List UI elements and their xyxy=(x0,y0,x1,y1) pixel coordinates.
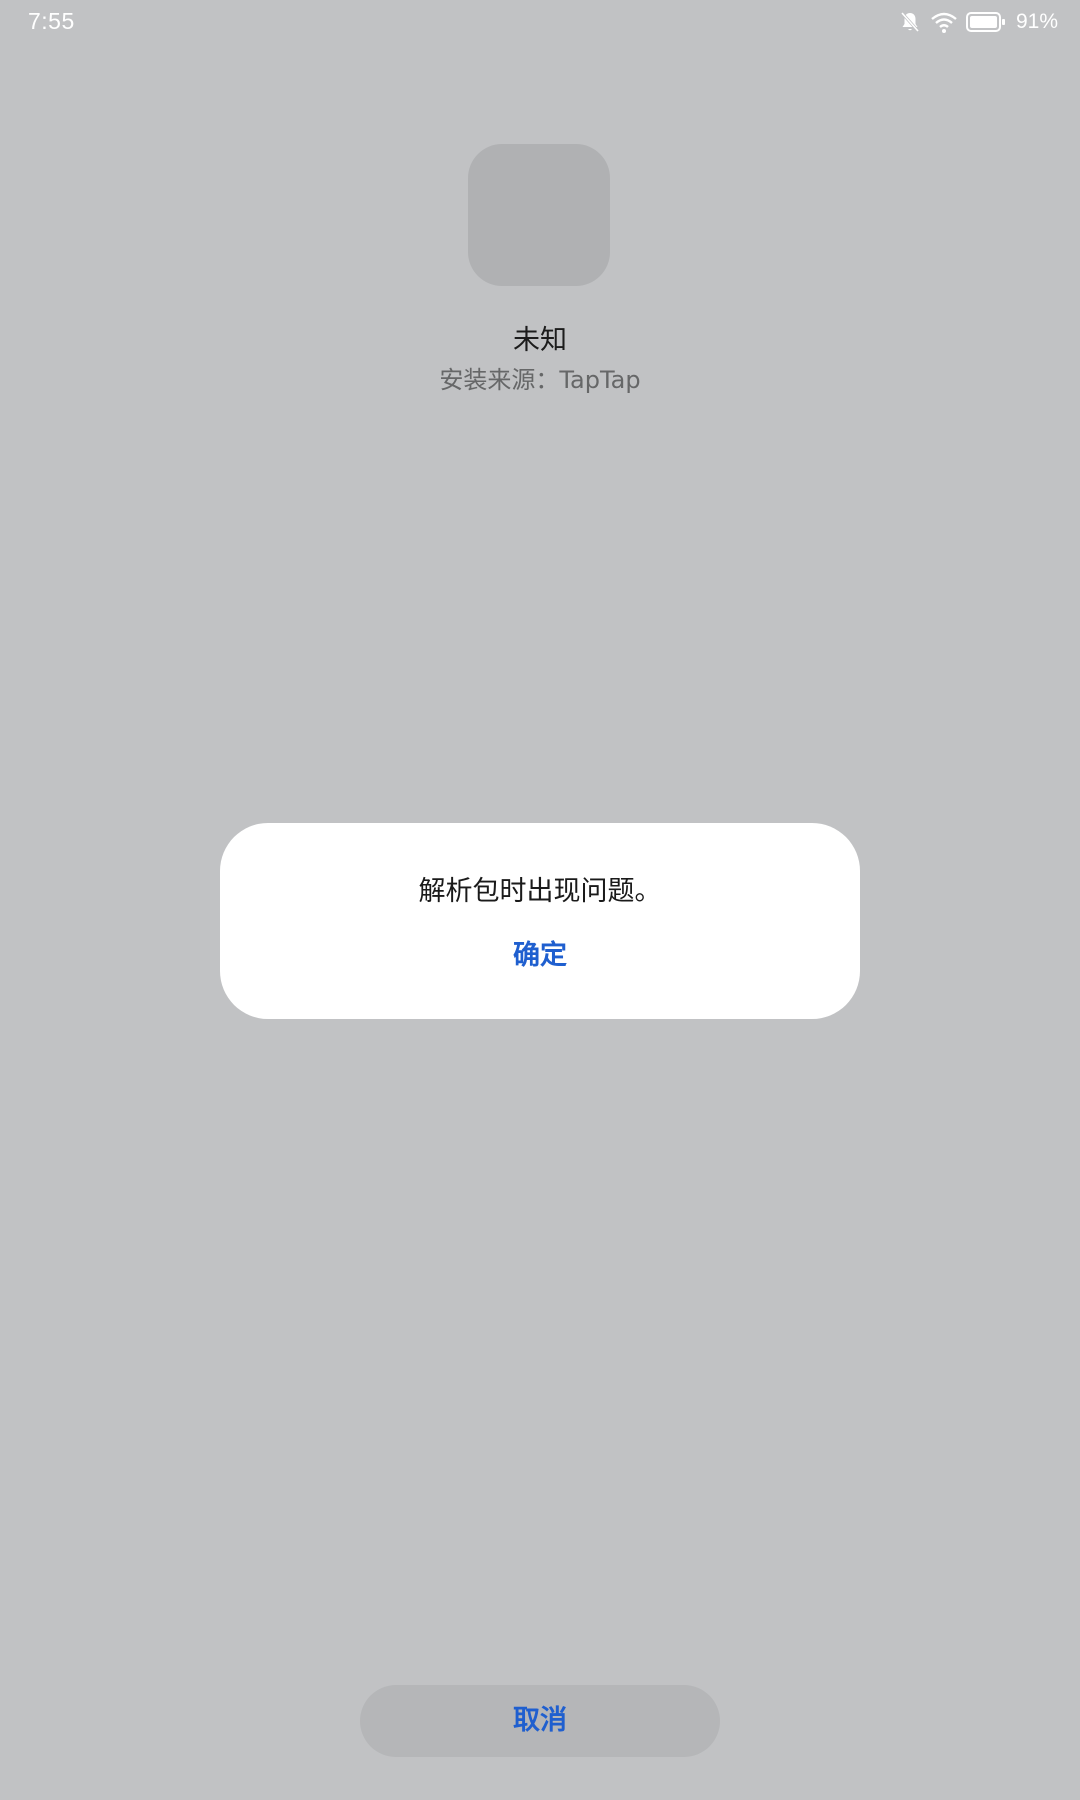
error-dialog: 解析包时出现问题。 确定 xyxy=(220,823,860,1019)
status-icons: 91% xyxy=(898,10,1058,34)
wifi-icon xyxy=(930,10,958,34)
dialog-message: 解析包时出现问题。 xyxy=(418,876,662,907)
install-source: 安装来源：TapTap xyxy=(439,366,641,394)
status-bar: 7:55 91% xyxy=(0,0,1080,46)
bell-muted-icon xyxy=(898,10,922,34)
battery-percent: 91% xyxy=(1015,10,1058,33)
confirm-button[interactable]: 确定 xyxy=(450,931,630,981)
app-icon-placeholder xyxy=(468,144,610,286)
status-time: 7:55 xyxy=(28,8,75,34)
cancel-button[interactable]: 取消 xyxy=(360,1685,720,1757)
app-name: 未知 xyxy=(513,325,567,356)
battery-icon xyxy=(965,11,1006,33)
